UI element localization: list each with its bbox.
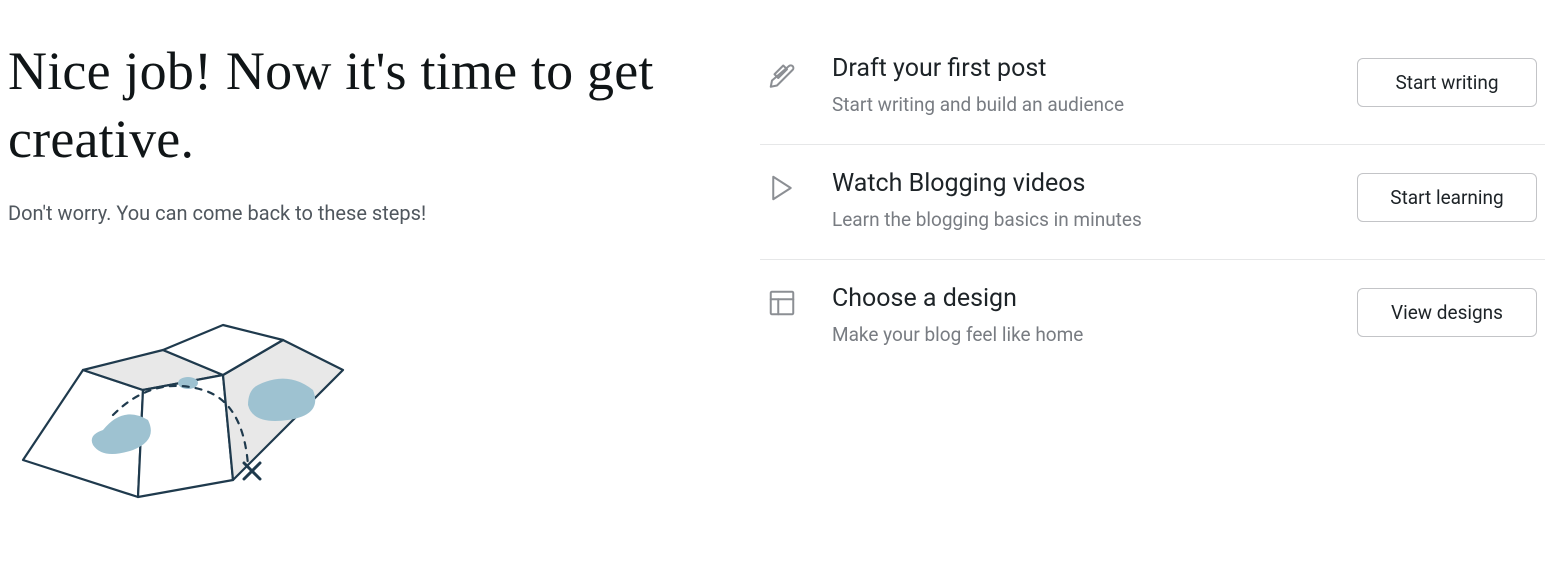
start-learning-button[interactable]: Start learning — [1357, 173, 1537, 222]
map-illustration — [8, 315, 720, 519]
view-designs-button[interactable]: View designs — [1357, 288, 1537, 337]
task-title: Choose a design — [832, 284, 1329, 313]
task-draft-post: Draft your first post Start writing and … — [760, 30, 1545, 145]
task-desc: Start writing and build an audience — [832, 93, 1329, 116]
task-choose-design: Choose a design Make your blog feel like… — [760, 260, 1545, 374]
play-icon — [760, 169, 804, 203]
start-writing-button[interactable]: Start writing — [1357, 58, 1537, 107]
onboarding-headline: Nice job! Now it's time to get creative. — [8, 38, 720, 173]
task-title: Draft your first post — [832, 54, 1329, 83]
onboarding-subhead: Don't worry. You can come back to these … — [8, 201, 720, 225]
task-desc: Learn the blogging basics in minutes — [832, 208, 1329, 231]
task-watch-videos: Watch Blogging videos Learn the blogging… — [760, 145, 1545, 260]
pen-icon — [760, 54, 804, 88]
task-title: Watch Blogging videos — [832, 169, 1329, 198]
layout-icon — [760, 284, 804, 318]
task-desc: Make your blog feel like home — [832, 323, 1329, 346]
